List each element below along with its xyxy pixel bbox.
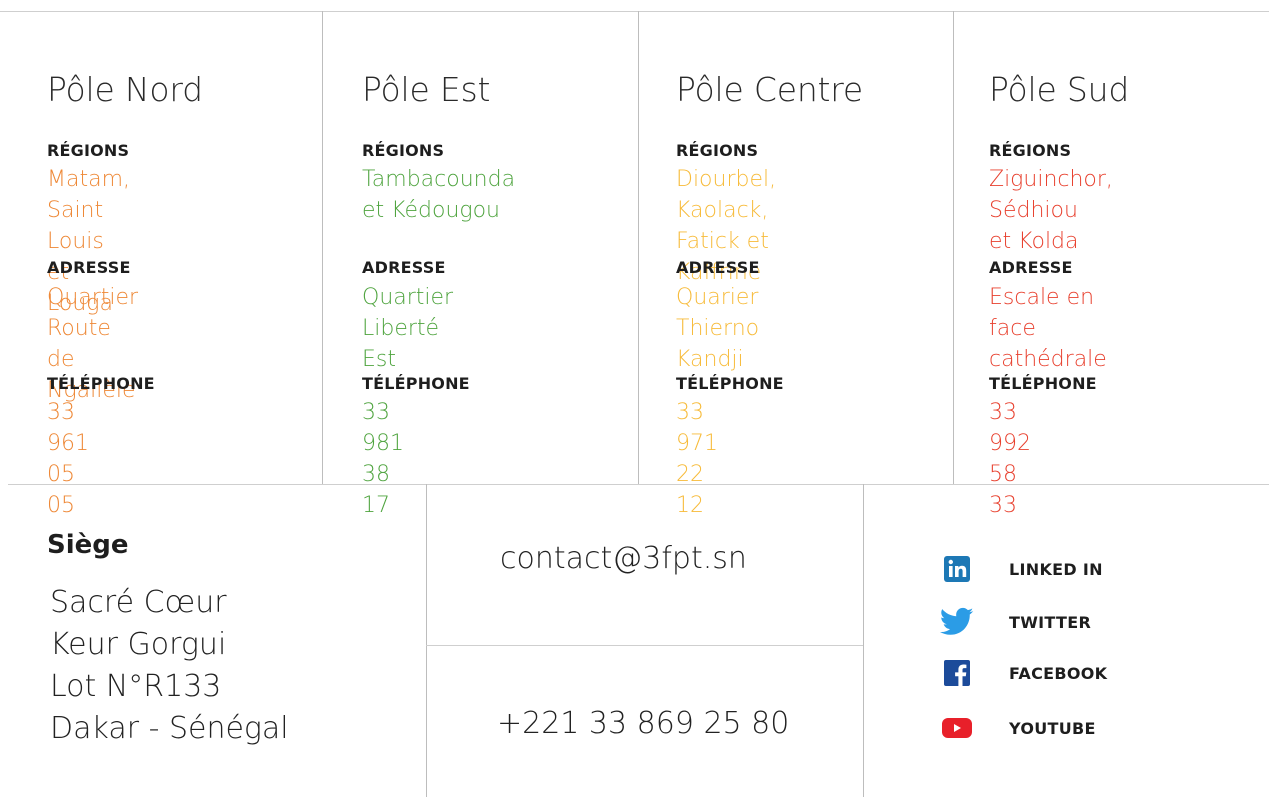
middle-divider [8, 484, 1269, 485]
facebook-icon [940, 658, 974, 688]
social-link-linkedin[interactable]: LINKED IN [940, 553, 1102, 585]
regions-value: Ziguinchor, Sédhiou et Kolda [989, 167, 1113, 254]
telephone-label: TÉLÉPHONE [362, 374, 470, 393]
telephone-value[interactable]: 33 971 22 12 [676, 397, 718, 521]
pole-title: Pôle Est [362, 70, 491, 109]
linkedin-icon [940, 554, 974, 584]
contact-email[interactable]: contact@3fpt.sn [500, 541, 747, 576]
telephone-value[interactable]: 33 981 38 17 [362, 397, 404, 521]
social-label: FACEBOOK [1009, 663, 1108, 683]
contact-divider [426, 645, 863, 646]
siege-title: Siège [47, 530, 129, 560]
twitter-icon [940, 607, 974, 637]
pole-title: Pôle Nord [47, 70, 203, 109]
social-label: LINKED IN [1009, 559, 1103, 579]
adresse-label: ADRESSE [47, 258, 131, 277]
adresse-label: ADRESSE [676, 258, 760, 277]
adresse-value: Quarier Thierno Kandji [676, 285, 760, 372]
telephone-label: TÉLÉPHONE [676, 374, 784, 393]
adresse-value: Escale en face cathédrale [989, 285, 1107, 372]
regions-label: RÉGIONS [47, 141, 130, 160]
pole-title: Pôle Centre [676, 70, 864, 109]
bottom-divider-2 [863, 484, 864, 797]
telephone-value[interactable]: 33 961 05 05 [47, 397, 89, 521]
bottom-divider-1 [426, 484, 427, 797]
regions-label: RÉGIONS [989, 141, 1072, 160]
social-label: YOUTUBE [1009, 718, 1096, 738]
social-link-youtube[interactable]: YOUTUBE [940, 712, 1095, 744]
pole-title: Pôle Sud [989, 70, 1130, 109]
pole-divider-2 [638, 11, 639, 484]
regions-value: Tambacounda et Kédougou [362, 167, 516, 223]
siege-line: Lot N°R133 [50, 669, 222, 704]
contact-phone[interactable]: +221 33 869 25 80 [497, 706, 789, 741]
adresse-value: Quartier Liberté Est [362, 285, 454, 372]
siege-line: Sacré Cœur [50, 585, 227, 620]
youtube-icon [940, 713, 974, 743]
adresse-label: ADRESSE [362, 258, 446, 277]
social-label: TWITTER [1009, 612, 1092, 632]
pole-divider-1 [322, 11, 323, 484]
telephone-value[interactable]: 33 992 58 33 [989, 397, 1031, 521]
social-link-twitter[interactable]: TWITTER [940, 606, 1091, 638]
social-link-facebook[interactable]: FACEBOOK [940, 657, 1107, 689]
pole-divider-3 [953, 11, 954, 484]
telephone-label: TÉLÉPHONE [989, 374, 1097, 393]
siege-line: Dakar - Sénégal [50, 711, 289, 746]
telephone-label: TÉLÉPHONE [47, 374, 155, 393]
regions-label: RÉGIONS [676, 141, 759, 160]
adresse-label: ADRESSE [989, 258, 1073, 277]
top-divider [0, 11, 1269, 12]
regions-label: RÉGIONS [362, 141, 445, 160]
siege-line: Keur Gorgui [50, 627, 227, 662]
